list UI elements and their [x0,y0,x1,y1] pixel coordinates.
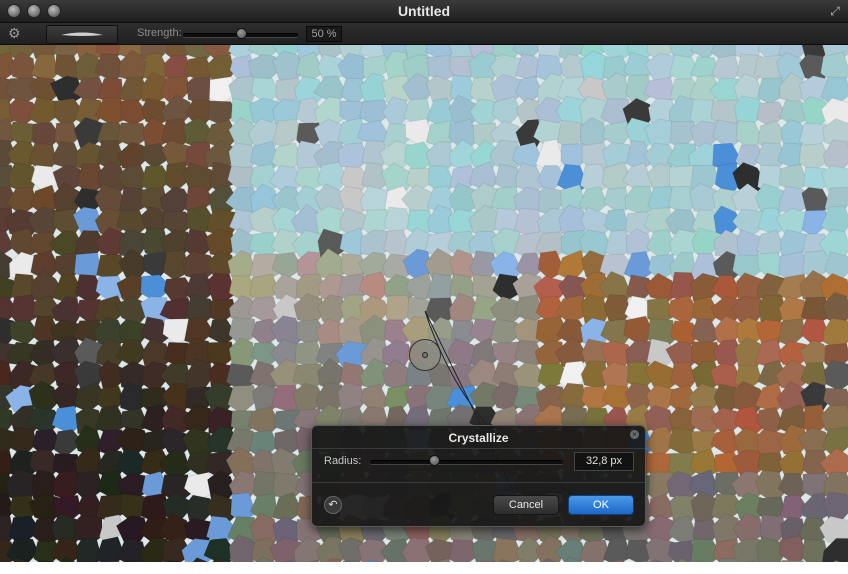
close-icon[interactable]: × [630,430,639,439]
toolbar: ⚙ Strength: 50 % [0,23,848,45]
reset-icon[interactable]: ↶ [324,496,342,514]
radius-label: Radius: [324,455,362,467]
cancel-button[interactable]: Cancel [493,495,559,515]
fullscreen-icon[interactable]: ⤢ [828,4,842,18]
crystal-cell [272,119,301,149]
strength-value[interactable]: 50 % [306,26,342,42]
brush-preset-button[interactable] [46,25,118,44]
brush-cursor [409,339,441,371]
divider [312,482,645,483]
crystal-cell [227,384,259,415]
crystallize-dialog: Crystallize × Radius: 32,8 px ↶ Cancel O… [311,425,646,527]
crystal-cell [27,96,59,128]
brush-stroke-icon [61,32,103,36]
radius-slider-track[interactable] [370,460,563,465]
dialog-title: Crystallize [448,431,509,445]
divider [312,448,645,449]
gear-icon[interactable]: ⚙ [8,25,21,42]
title-bar: Untitled ⤢ [0,0,848,23]
window-title: Untitled [397,3,451,19]
crystal-cell [73,514,103,543]
radius-slider-knob[interactable] [429,456,439,465]
strength-label: Strength: [137,27,182,39]
ok-button[interactable]: OK [568,495,634,515]
strength-slider-knob[interactable] [236,29,246,38]
canvas-edge [0,562,848,574]
radius-value-field[interactable]: 32,8 px [574,452,634,471]
